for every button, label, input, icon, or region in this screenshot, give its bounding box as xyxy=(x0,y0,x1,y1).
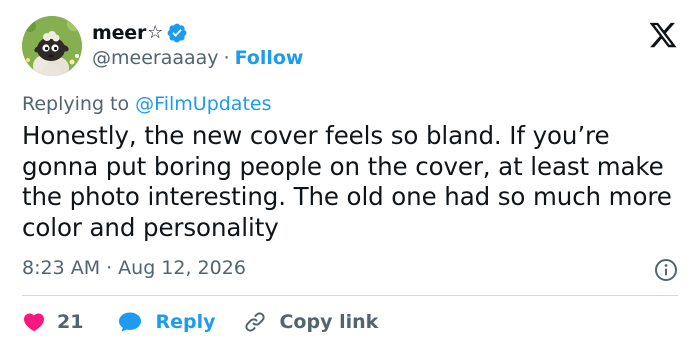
reply-mention-link[interactable]: @FilmUpdates xyxy=(135,93,271,115)
follow-button[interactable]: Follow xyxy=(235,47,304,69)
heart-icon xyxy=(23,313,45,332)
tweet-text: Honestly, the new cover feels so bland. … xyxy=(22,121,672,242)
name-star-symbol: ☆ xyxy=(147,21,164,43)
timestamp-separator: · xyxy=(106,257,113,279)
speech-bubble-icon xyxy=(119,312,142,332)
author-handle[interactable]: @meeraaaay xyxy=(92,47,219,69)
reply-context: Replying to @FilmUpdates xyxy=(22,93,272,115)
info-icon[interactable] xyxy=(654,258,678,282)
x-logo-icon[interactable] xyxy=(648,20,678,50)
avatar-image xyxy=(22,16,82,76)
tweet-actions: 21 Reply Copy link xyxy=(22,306,378,338)
like-count: 21 xyxy=(57,311,84,333)
author-handle-row: @meeraaaay · Follow xyxy=(92,47,303,69)
author-name-row: meer ☆ xyxy=(92,20,188,46)
reply-button[interactable]: Reply xyxy=(117,310,215,334)
reply-context-prefix: Replying to xyxy=(22,93,130,115)
author-display-name[interactable]: meer xyxy=(92,22,146,44)
link-icon xyxy=(245,312,266,332)
handle-separator: · xyxy=(223,47,230,69)
like-button[interactable]: 21 xyxy=(22,310,83,334)
copy-link-button[interactable]: Copy link xyxy=(243,310,378,334)
divider xyxy=(22,295,678,296)
tweet-time: 8:23 AM xyxy=(22,257,101,279)
tweet-timestamp[interactable]: 8:23 AM · Aug 12, 2026 xyxy=(22,257,246,279)
copy-link-label: Copy link xyxy=(279,311,379,333)
verified-badge-icon xyxy=(167,23,187,43)
tweet-date: Aug 12, 2026 xyxy=(118,257,246,279)
reply-label: Reply xyxy=(155,311,216,333)
avatar[interactable] xyxy=(22,16,82,76)
